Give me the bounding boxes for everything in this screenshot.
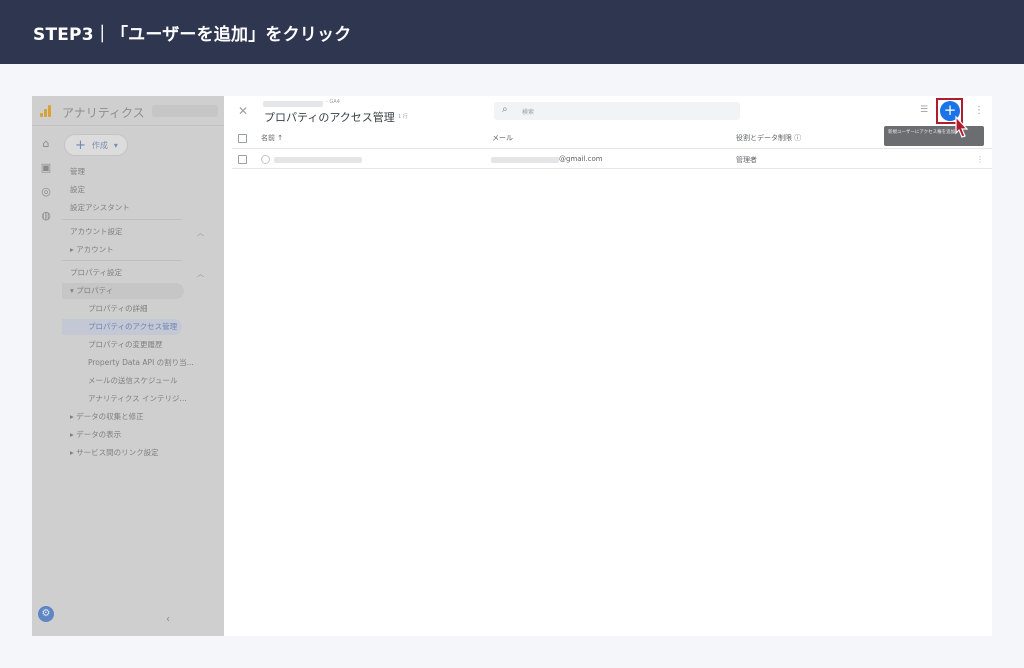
chevron-up-icon[interactable]: ︿ <box>197 228 204 238</box>
screenshot-frame: アナリティクス ⌂ ▣ ◎ ◍ + 作成 ▾ 管理 設定 設定アシスタント アカ… <box>32 96 992 636</box>
chevron-up-icon[interactable]: ︿ <box>197 269 204 279</box>
nav-email-schedule[interactable]: メールの送信スケジュール <box>88 374 177 388</box>
more-icon[interactable]: ⋮ <box>974 105 984 116</box>
account-selector[interactable] <box>152 105 218 117</box>
column-header-role[interactable]: 役割とデータ制限 ⓘ <box>736 133 801 143</box>
search-icon: ⌕ <box>502 104 508 115</box>
search-placeholder: 検索 <box>522 109 535 116</box>
close-icon[interactable]: ✕ <box>238 104 248 118</box>
divider <box>232 168 992 169</box>
user-name <box>274 157 362 163</box>
column-header-name[interactable]: 名前 ↑ <box>261 133 283 143</box>
nav-property-access[interactable]: プロパティのアクセス管理 <box>88 320 177 334</box>
nav-property-history[interactable]: プロパティの変更履歴 <box>88 338 163 352</box>
gear-icon[interactable]: ⚙ <box>38 606 54 622</box>
step-banner: STEP3｜「ユーザーを追加」をクリック <box>0 0 1024 64</box>
app-title: アナリティクス <box>62 106 145 120</box>
row-count: 1 行 <box>398 114 408 120</box>
page-title: プロパティのアクセス管理 <box>264 111 395 124</box>
breadcrumb <box>263 101 323 107</box>
nav-data-collection[interactable]: ▸ データの収集と修正 <box>70 410 144 424</box>
app-topbar: アナリティクス <box>32 96 224 126</box>
plus-icon: + <box>75 137 86 153</box>
divider <box>232 148 992 149</box>
nav-account[interactable]: ▸ アカウント <box>70 243 114 257</box>
email-domain: @gmail.com <box>559 155 603 163</box>
email-local-part <box>491 157 559 163</box>
nav-property-settings[interactable]: プロパティ設定 <box>70 266 122 280</box>
select-all-checkbox[interactable] <box>238 134 247 143</box>
nav-data-display[interactable]: ▸ データの表示 <box>70 428 121 442</box>
nav-setup-assistant[interactable]: 設定アシスタント <box>70 201 130 215</box>
breadcrumb-tail: - GA4 <box>326 99 340 105</box>
nav-admin[interactable]: 管理 <box>70 165 85 179</box>
filter-icon[interactable]: ☰ <box>920 105 928 115</box>
nav-service-links[interactable]: ▸ サービス間のリンク設定 <box>70 446 159 460</box>
nav-account-settings[interactable]: アカウント設定 <box>70 225 123 239</box>
nav-property[interactable]: ▾ プロパティ <box>70 284 113 298</box>
nav-data-api[interactable]: Property Data API の割り当... <box>88 356 194 370</box>
divider <box>62 260 182 261</box>
pointer-cursor-icon <box>955 115 969 138</box>
search-input[interactable]: ⌕ 検索 <box>494 102 740 120</box>
explore-icon[interactable]: ◎ <box>40 186 52 198</box>
home-icon[interactable]: ⌂ <box>40 138 52 150</box>
row-more-icon[interactable]: ⋮ <box>976 155 984 164</box>
role-value: 管理者 <box>736 156 757 164</box>
chevron-down-icon: ▾ <box>113 140 118 150</box>
row-checkbox[interactable] <box>238 155 247 164</box>
avatar <box>261 155 270 164</box>
advertising-icon[interactable]: ◍ <box>40 210 52 222</box>
reports-icon[interactable]: ▣ <box>40 162 52 174</box>
nav-rail: ⌂ ▣ ◎ ◍ <box>32 126 60 636</box>
column-header-email[interactable]: メール <box>492 133 513 143</box>
analytics-logo-icon <box>40 105 52 117</box>
divider <box>62 219 182 220</box>
sidebar-overlay: アナリティクス ⌂ ▣ ◎ ◍ + 作成 ▾ 管理 設定 設定アシスタント アカ… <box>32 96 224 636</box>
nav-analytics-insights[interactable]: アナリティクス インテリジ... <box>88 392 187 406</box>
nav-settings[interactable]: 設定 <box>70 183 85 197</box>
collapse-icon[interactable]: ‹ <box>166 614 170 625</box>
nav-property-details[interactable]: プロパティの詳細 <box>88 302 148 316</box>
step-title: STEP3｜「ユーザーを追加」をクリック <box>33 24 352 45</box>
create-label: 作成 <box>91 140 108 150</box>
create-button[interactable]: + 作成 ▾ <box>64 134 128 156</box>
